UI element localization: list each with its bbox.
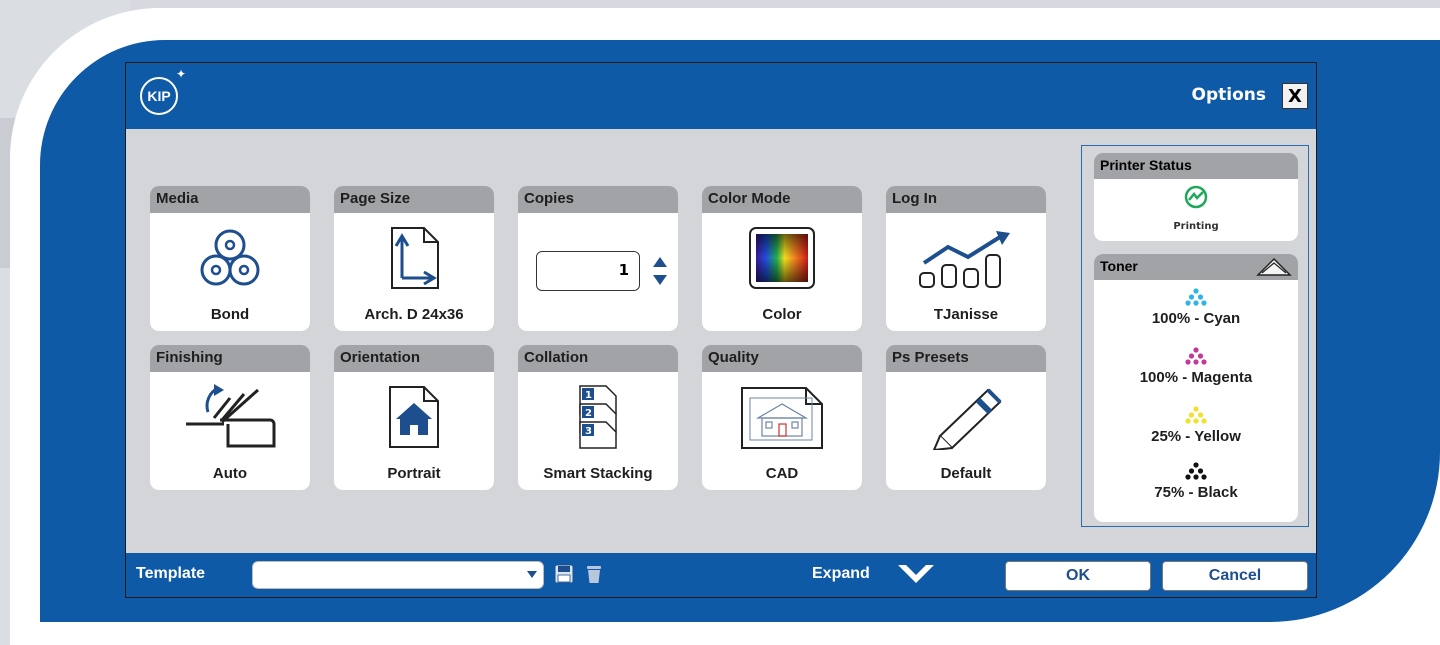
template-select[interactable] bbox=[252, 561, 544, 589]
tile-log-in[interactable]: Log In TJanisse bbox=[886, 186, 1046, 331]
tile-value: Portrait bbox=[387, 465, 441, 482]
tile-ps-presets[interactable]: Ps Presets Default bbox=[886, 345, 1046, 490]
black-toner-icon bbox=[1185, 462, 1207, 480]
printer-status-title: Printer Status bbox=[1094, 153, 1298, 179]
toner-label-yellow: 25% - Yellow bbox=[1151, 428, 1241, 445]
toner-box: Toner 100% - Cyan 100% - Magenta 25% - Y… bbox=[1094, 254, 1298, 522]
logo-star-icon: ✦ bbox=[176, 67, 187, 81]
options-dialog: KIP ✦ Options X Media Bond Page Size Arc… bbox=[125, 62, 1317, 598]
log-chart-icon bbox=[886, 223, 1046, 293]
tile-value: CAD bbox=[765, 465, 799, 482]
tile-orientation[interactable]: Orientation Portrait bbox=[334, 345, 494, 490]
toner-item-magenta: 100% - Magenta bbox=[1094, 347, 1298, 386]
title-bar: KIP ✦ Options X bbox=[126, 63, 1316, 129]
ok-button[interactable]: OK bbox=[1005, 561, 1151, 591]
printer-state-text: Printing bbox=[1173, 221, 1219, 232]
tile-label: Orientation bbox=[334, 345, 494, 372]
svg-text:1: 1 bbox=[585, 390, 592, 401]
svg-text:2: 2 bbox=[585, 408, 592, 419]
tile-finishing[interactable]: Finishing Auto bbox=[150, 345, 310, 490]
status-panel: Printer Status Printing Toner 100% - Cya… bbox=[1081, 145, 1309, 527]
tile-value: TJanisse bbox=[933, 306, 999, 323]
tile-label: Log In bbox=[886, 186, 1046, 213]
tile-label: Finishing bbox=[150, 345, 310, 372]
cyan-toner-icon bbox=[1185, 288, 1207, 306]
kip-logo: KIP bbox=[140, 77, 178, 115]
toner-label-black: 75% - Black bbox=[1154, 484, 1238, 501]
page-size-icon bbox=[334, 223, 494, 293]
svg-text:3: 3 bbox=[585, 426, 592, 437]
tile-value: Arch. D 24x36 bbox=[364, 306, 464, 323]
tile-label: Color Mode bbox=[702, 186, 862, 213]
tile-collation[interactable]: Collation 1 2 3 Smart Stacking bbox=[518, 345, 678, 490]
toner-label-magenta: 100% - Magenta bbox=[1139, 369, 1253, 386]
copies-stepper[interactable] bbox=[652, 251, 668, 291]
tile-label: Quality bbox=[702, 345, 862, 372]
expand-label[interactable]: Expand bbox=[812, 565, 870, 583]
cad-drawing-icon bbox=[702, 382, 862, 452]
portrait-house-icon bbox=[334, 382, 494, 452]
toner-label-cyan: 100% - Cyan bbox=[1151, 310, 1241, 327]
tile-label: Ps Presets bbox=[886, 345, 1046, 372]
printer-status-box: Printer Status Printing bbox=[1094, 153, 1298, 241]
tile-label: Collation bbox=[518, 345, 678, 372]
close-button[interactable]: X bbox=[1282, 83, 1308, 109]
tile-page-size[interactable]: Page Size Arch. D 24x36 bbox=[334, 186, 494, 331]
magenta-toner-icon bbox=[1185, 347, 1207, 365]
collation-icon: 1 2 3 bbox=[518, 382, 678, 452]
tile-value: Smart Stacking bbox=[543, 465, 653, 482]
tile-value: Default bbox=[940, 465, 992, 482]
toner-item-cyan: 100% - Cyan bbox=[1094, 288, 1298, 327]
tile-label: Media bbox=[150, 186, 310, 213]
media-rolls-icon bbox=[150, 223, 310, 293]
save-icon[interactable] bbox=[554, 564, 574, 584]
trash-icon[interactable] bbox=[586, 564, 602, 584]
color-gradient-icon bbox=[702, 223, 862, 293]
tile-value: Auto bbox=[212, 465, 248, 482]
tile-copies: Copies 1 bbox=[518, 186, 678, 331]
printing-status-icon bbox=[1184, 185, 1208, 209]
tile-label: Copies bbox=[518, 186, 678, 213]
copies-input[interactable]: 1 bbox=[536, 251, 640, 291]
tile-value: Color bbox=[762, 306, 802, 323]
bottom-bar: Template Expand OK Cancel bbox=[126, 553, 1316, 597]
toner-title: Toner bbox=[1100, 258, 1138, 274]
yellow-toner-icon bbox=[1185, 406, 1207, 424]
tile-value: Bond bbox=[210, 306, 250, 323]
tile-quality[interactable]: Quality CAD bbox=[702, 345, 862, 490]
toner-item-black: 75% - Black bbox=[1094, 462, 1298, 501]
tile-label: Page Size bbox=[334, 186, 494, 213]
cancel-button[interactable]: Cancel bbox=[1162, 561, 1308, 591]
template-label: Template bbox=[136, 565, 206, 582]
finishing-icon bbox=[150, 382, 310, 452]
toner-header: Toner bbox=[1094, 254, 1298, 280]
toner-item-yellow: 25% - Yellow bbox=[1094, 406, 1298, 445]
chevron-down-icon[interactable] bbox=[527, 571, 537, 578]
expand-chevron-icon[interactable] bbox=[896, 563, 936, 587]
pen-icon bbox=[886, 382, 1046, 452]
dialog-title: Options bbox=[1191, 85, 1266, 105]
collapse-chevron-icon[interactable] bbox=[1256, 257, 1292, 277]
tile-color-mode[interactable]: Color Mode Color bbox=[702, 186, 862, 331]
tile-media[interactable]: Media Bond bbox=[150, 186, 310, 331]
